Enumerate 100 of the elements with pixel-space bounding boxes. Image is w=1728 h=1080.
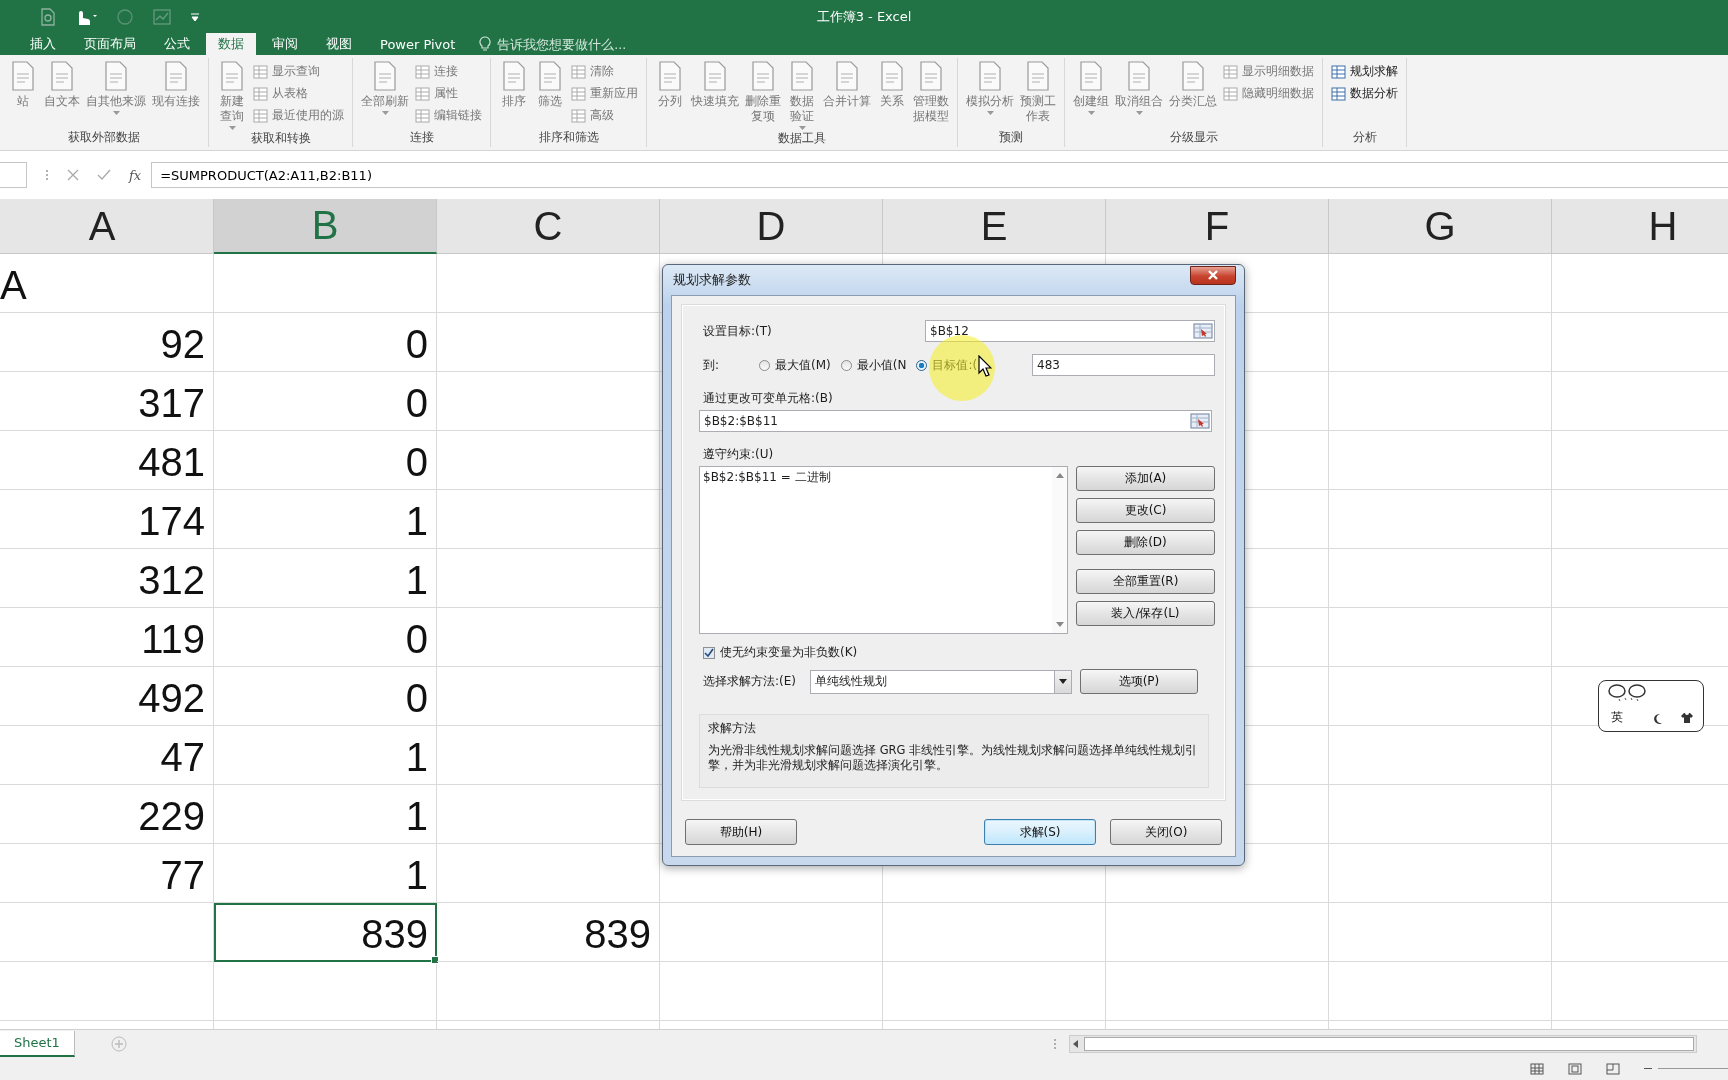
range-picker-icon[interactable] <box>1190 413 1210 429</box>
range-picker-icon[interactable] <box>1193 323 1213 339</box>
caret-icon <box>986 111 994 115</box>
column-header[interactable]: H <box>1552 199 1728 254</box>
sheet-tab[interactable]: Sheet1 <box>0 1030 75 1057</box>
table-cell[interactable]: 1 <box>214 785 437 844</box>
dialog-button[interactable]: 帮助(H) <box>685 819 797 845</box>
insert-function-button[interactable]: fx <box>129 167 142 183</box>
ribbon-command[interactable]: 规划求解 <box>1329 62 1400 81</box>
checkmark-icon <box>704 647 714 658</box>
caret-icon <box>381 111 389 115</box>
table-cell[interactable]: 119 <box>0 608 214 667</box>
table-cell[interactable]: 92 <box>0 313 214 372</box>
table-cell[interactable]: 0 <box>214 667 437 726</box>
caret-icon <box>798 126 806 130</box>
value-field[interactable]: 483 <box>1032 354 1215 376</box>
table-cell[interactable]: 0 <box>214 313 437 372</box>
language-bar-menu[interactable]: 英 <box>1598 680 1704 732</box>
scroll-down-icon[interactable] <box>1055 622 1064 627</box>
table-cell[interactable]: 312 <box>0 549 214 608</box>
ribbon-tab[interactable]: 审阅 <box>260 33 310 55</box>
column-header[interactable]: E <box>883 199 1106 254</box>
check-icon[interactable] <box>97 169 111 181</box>
column-header[interactable]: B <box>214 199 437 254</box>
column-header[interactable]: F <box>1106 199 1329 254</box>
dialog-button[interactable]: 添加(A) <box>1076 466 1215 491</box>
table-cell[interactable]: 1 <box>214 490 437 549</box>
table-cell[interactable]: 492 <box>0 667 214 726</box>
tell-me-field[interactable]: 告诉我您想要做什么... <box>479 33 670 55</box>
customize-caret-icon[interactable] <box>190 10 200 23</box>
horizontal-scrollbar[interactable] <box>1069 1034 1697 1053</box>
dialog-button[interactable]: 求解(S) <box>984 819 1096 845</box>
close-button[interactable] <box>1190 265 1236 285</box>
radio-option[interactable]: 最小值(N <box>840 356 907 374</box>
dialog-button[interactable]: 更改(C) <box>1076 498 1215 523</box>
table-cell[interactable]: 0 <box>214 372 437 431</box>
dialog-button[interactable]: 关闭(O) <box>1110 819 1222 845</box>
close-icon <box>1207 270 1219 280</box>
formula-field[interactable]: =SUMPRODUCT(A2:A11,B2:B11) <box>151 162 1728 188</box>
ribbon-tab[interactable]: Power Pivot <box>368 33 468 55</box>
vertical-scrollbar[interactable] <box>1052 467 1067 633</box>
table-cell[interactable]: 317 <box>0 372 214 431</box>
table-cell[interactable]: 47 <box>0 726 214 785</box>
table-cell[interactable]: 0 <box>214 431 437 490</box>
chart-icon[interactable] <box>152 7 172 26</box>
column-header[interactable]: C <box>437 199 660 254</box>
constraint-item[interactable]: $B$2:$B$11 = 二进制 <box>703 469 1049 486</box>
column-header[interactable]: A <box>0 199 214 254</box>
normal-view-icon[interactable] <box>1530 1062 1544 1075</box>
field-label: 选择求解方法:(E) <box>703 673 796 690</box>
nonnegative-checkbox[interactable]: 使无约束变量为非负数(K) <box>699 644 1215 661</box>
group-label: 获取和转换 <box>249 130 312 147</box>
table-cell[interactable]: 0 <box>214 608 437 667</box>
table-cell[interactable]: 77 <box>0 844 214 903</box>
objective-field[interactable]: $B$12 <box>925 320 1215 342</box>
page-break-icon[interactable] <box>1606 1062 1620 1075</box>
options-button[interactable]: 选项(P) <box>1080 669 1198 694</box>
table-cell[interactable]: 839 <box>214 903 437 962</box>
table-cell[interactable]: 481 <box>0 431 214 490</box>
dialog-button[interactable]: 装入/保存(L) <box>1076 601 1215 626</box>
table-cell[interactable]: 839 <box>437 903 660 962</box>
ribbon-tab[interactable]: 插入 <box>18 33 68 55</box>
ime-mode-label[interactable]: 英 <box>1611 709 1623 726</box>
ribbon-tab[interactable]: 页面布局 <box>72 33 148 55</box>
variable-cells-field[interactable]: $B$2:$B$11 <box>699 410 1212 432</box>
constraint-list[interactable]: $B$2:$B$11 = 二进制 <box>699 466 1068 634</box>
table-cell[interactable]: 1 <box>214 549 437 608</box>
scroll-up-icon[interactable] <box>1055 473 1064 478</box>
table-cell[interactable]: 1 <box>214 844 437 903</box>
table-cell[interactable]: 1 <box>214 726 437 785</box>
ribbon-tab[interactable]: 公式 <box>152 33 202 55</box>
ribbon-command[interactable]: 数据分析 <box>1329 84 1400 103</box>
field-label: 到: <box>702 356 721 374</box>
shirt-icon[interactable] <box>1681 712 1693 724</box>
zoom-out-icon[interactable] <box>1644 1067 1652 1070</box>
more-icon <box>1053 1037 1057 1050</box>
table-icon <box>253 86 268 101</box>
page-layout-icon[interactable] <box>1568 1062 1582 1075</box>
ribbon-tab[interactable]: 视图 <box>314 33 364 55</box>
column-header[interactable]: D <box>660 199 883 254</box>
ribbon-tab[interactable]: 数据 <box>206 33 256 55</box>
table-cell[interactable]: 229 <box>0 785 214 844</box>
table-cell[interactable]: A <box>0 254 214 313</box>
group-label: 预测 <box>998 129 1024 146</box>
field-label: 设置目标:(T) <box>702 322 773 340</box>
dialog-button[interactable]: 全部重置(R) <box>1076 569 1215 594</box>
method-dropdown[interactable]: 单纯线性规划 <box>810 669 1072 694</box>
table-icon <box>571 86 586 101</box>
description-text: 为光滑非线性规划求解问题选择 GRG 非线性引擎。为线性规划求解问题选择单纯线性规划引擎，并为非光滑规划求解问题选择演化引擎。 <box>708 743 1199 773</box>
moon-icon[interactable] <box>1653 713 1663 725</box>
table-cell[interactable]: 174 <box>0 490 214 549</box>
dialog-button[interactable]: 删除(D) <box>1076 530 1215 555</box>
document-search-icon[interactable] <box>40 7 56 26</box>
group-label: 数据工具 <box>777 130 827 147</box>
radio-option[interactable]: 最大值(M) <box>759 356 831 374</box>
group-label: 排序和筛选 <box>537 129 600 146</box>
cancel-icon[interactable] <box>67 169 79 181</box>
table-icon <box>415 86 430 101</box>
table-icon <box>1331 64 1346 79</box>
column-header[interactable]: G <box>1329 199 1552 254</box>
